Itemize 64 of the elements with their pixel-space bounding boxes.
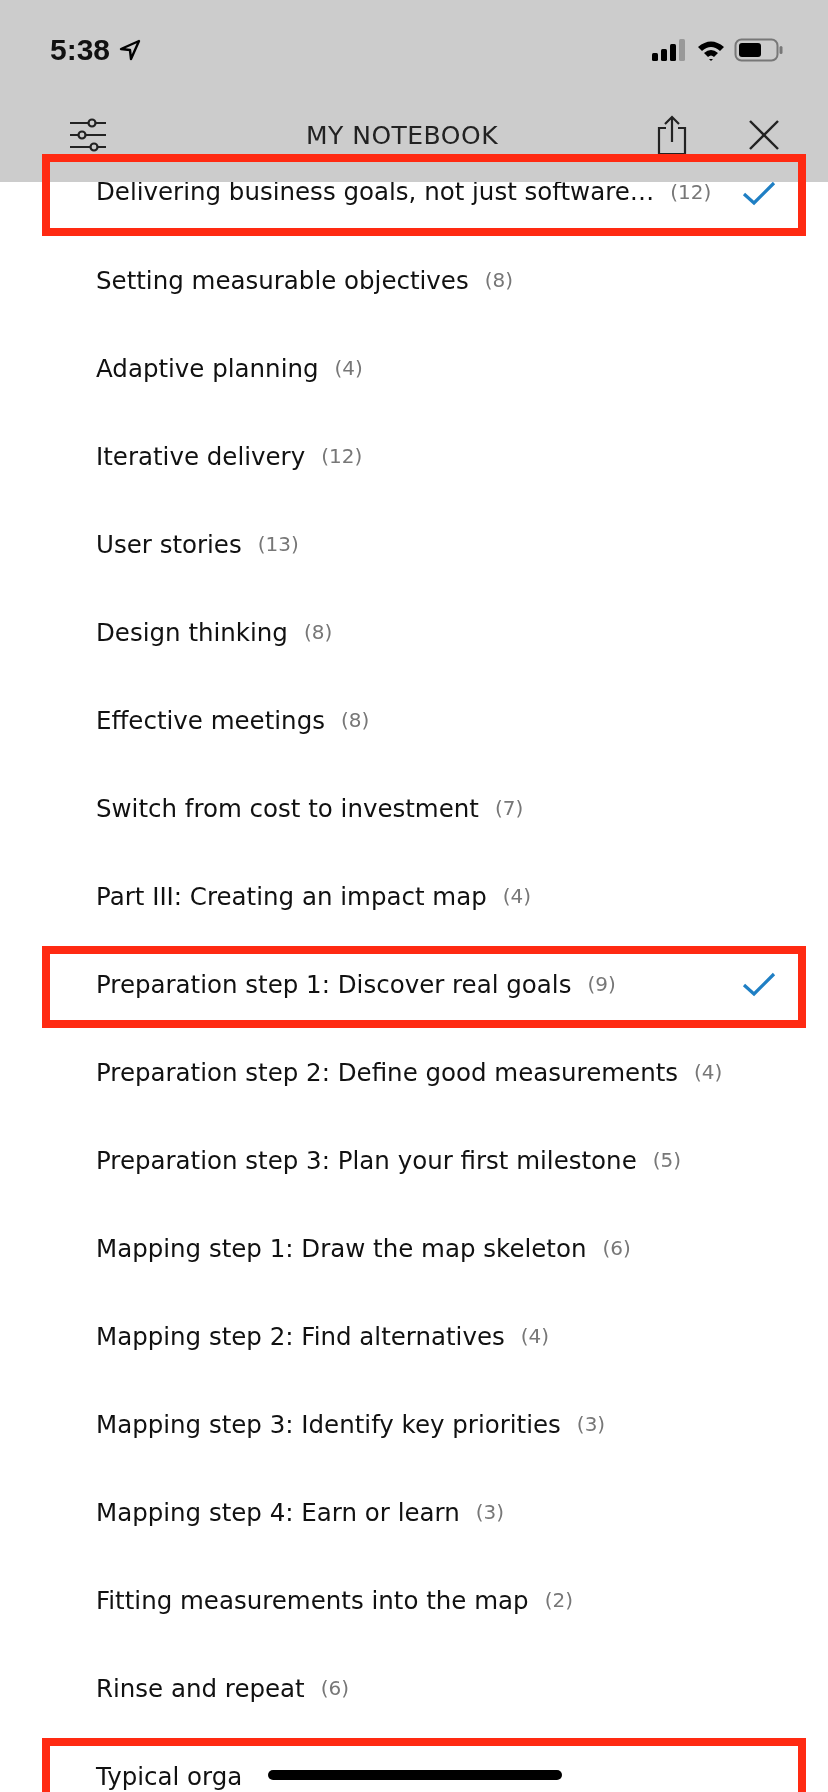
note-count: (4) — [502, 884, 532, 908]
chapter-row[interactable]: Design thinking (8) — [0, 588, 828, 676]
chapter-title: Design thinking — [96, 617, 288, 647]
chapter-title: Rinse and repeat — [96, 1673, 305, 1703]
share-icon[interactable] — [656, 114, 688, 156]
close-icon[interactable] — [748, 119, 780, 151]
chapter-title: Typical orga — [96, 1761, 243, 1791]
note-count: (2) — [544, 1588, 573, 1612]
chapter-row[interactable]: Switch from cost to investment (7) — [0, 764, 828, 852]
chapter-row[interactable]: Preparation step 2: Define good measurements (4) — [0, 1028, 828, 1116]
chapter-row[interactable]: Delivering business goals, not just software… (12) — [0, 182, 828, 236]
chapter-row[interactable]: Mapping step 1: Draw the map skeleton (6) — [0, 1204, 828, 1292]
chapter-title: Preparation step 1: Discover real goals — [96, 969, 572, 999]
chapter-title: Mapping step 4: Earn or learn — [96, 1497, 460, 1527]
chapter-title: Setting measurable objectives — [96, 265, 469, 295]
chapter-row[interactable]: User stories (13) — [0, 500, 828, 588]
location-arrow-icon — [118, 38, 143, 62]
chapter-row[interactable]: Effective meetings (8) — [0, 676, 828, 764]
status-time: 5:38 — [50, 33, 111, 67]
note-count: (4) — [520, 1324, 550, 1348]
chapter-title: Mapping step 1: Draw the map skeleton — [96, 1233, 587, 1263]
chapter-row[interactable]: Part III: Creating an impact map (4) — [0, 852, 828, 940]
note-count: (4) — [694, 1060, 723, 1084]
chapter-title: Preparation step 2: Define good measurements — [96, 1057, 679, 1087]
chapter-title: Mapping step 2: Find alternatives — [96, 1321, 505, 1351]
chapter-row[interactable]: Setting measurable objectives (8) — [0, 236, 828, 324]
note-count: (3) — [576, 1412, 606, 1436]
chapter-title: Part III: Creating an impact map — [96, 881, 487, 911]
chapter-title: User stories — [96, 529, 242, 559]
header-title: MY NOTEBOOK — [304, 120, 500, 150]
chapter-title: Iterative delivery — [96, 441, 306, 471]
wifi-icon — [696, 39, 726, 61]
chapter-row[interactable]: Adaptive planning (4) — [0, 324, 828, 412]
battery-icon — [734, 38, 784, 62]
chapter-row[interactable]: Preparation step 3: Plan your first milestone (5) — [0, 1116, 828, 1204]
note-count: (9) — [587, 972, 616, 996]
chapter-title: Mapping step 3: Identify key priorities — [96, 1409, 561, 1439]
chapter-title: Effective meetings — [96, 705, 325, 735]
note-count: (4) — [334, 356, 363, 380]
chapter-row[interactable]: Rinse and repeat (6) — [0, 1644, 828, 1732]
chapter-title: Adaptive planning — [96, 353, 319, 383]
chapter-row[interactable]: Iterative delivery (12) — [0, 412, 828, 500]
chapter-title: Preparation step 3: Plan your first milestone — [96, 1145, 637, 1175]
chapter-row[interactable]: Mapping step 3: Identify key priorities (3) — [0, 1380, 828, 1468]
chapter-title: Delivering business goals, not just software… — [96, 180, 655, 204]
note-count: (13) — [257, 532, 299, 556]
note-count: (6) — [320, 1676, 350, 1700]
note-count: (12) — [321, 444, 363, 468]
note-count: (6) — [602, 1236, 631, 1260]
signal-icon — [652, 39, 688, 61]
chapter-row[interactable]: Fitting measurements into the map (2) — [0, 1556, 828, 1644]
chapter-row[interactable]: Mapping step 2: Find alternatives (4) — [0, 1292, 828, 1380]
note-count: (3) — [475, 1500, 505, 1524]
note-count: (7) — [494, 796, 524, 820]
chapter-title: Fitting measurements into the map — [96, 1585, 529, 1615]
chapter-row[interactable]: Mapping step 4: Earn or learn (3) — [0, 1468, 828, 1556]
note-count: (8) — [303, 620, 333, 644]
note-count: (8) — [484, 268, 514, 292]
chapter-row[interactable]: Preparation step 1: Discover real goals (9) — [0, 940, 828, 1028]
chapter-row[interactable]: Typical orga — [0, 1732, 828, 1792]
chapter-title: Switch from cost to investment — [96, 793, 479, 823]
note-count: (5) — [652, 1148, 682, 1172]
note-count: (12) — [670, 180, 712, 204]
note-count: (8) — [340, 708, 370, 732]
